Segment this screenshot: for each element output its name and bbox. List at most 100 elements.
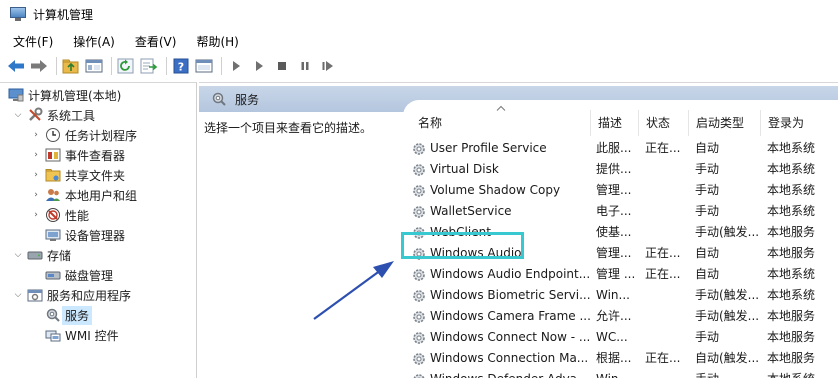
help-icon[interactable]: ? <box>171 56 191 76</box>
service-gear-icon <box>411 162 430 178</box>
menu-bar: 文件(F) 操作(A) 查看(V) 帮助(H) <box>0 30 245 52</box>
tree-label: 计算机管理(本地) <box>28 88 122 103</box>
refresh-icon[interactable] <box>116 56 136 76</box>
service-startup-type-cell: 手动 <box>695 162 720 176</box>
tree-item-disk-management[interactable]: 磁盘管理 <box>45 265 113 285</box>
toolbar: ? <box>0 53 838 79</box>
service-description-cell: Win... <box>596 288 630 302</box>
service-row[interactable]: Windows Connect Now - ... WC... 手动 本地服务 <box>403 327 838 348</box>
service-logon-cell: 本地系统 <box>767 183 816 197</box>
service-startup-type-cell: 手动 <box>695 330 720 344</box>
restart-icon[interactable] <box>318 56 338 76</box>
service-name: User Profile Service <box>430 141 547 155</box>
navigation-tree: 计算机管理(本地) ⌵ 系统工具 › 任务计划程序 › 事件查看器 › 共享文件… <box>0 82 197 378</box>
service-startup-type-cell: 自动 <box>695 246 720 260</box>
wmi-icon <box>45 327 61 343</box>
service-startup-type-cell: 自动 <box>695 141 720 155</box>
service-startup-type-cell: 手动 <box>695 369 759 378</box>
service-startup-type-cell: 手动(触发... <box>695 288 759 302</box>
service-description-cell: Win... <box>596 369 638 378</box>
service-row[interactable]: Volume Shadow Copy 管理... 手动 本地系统 <box>403 180 838 201</box>
annotation-arrow <box>313 261 394 320</box>
service-status-cell <box>645 306 687 327</box>
column-header-description[interactable]: 描述 <box>591 110 639 136</box>
shared-folder-icon <box>45 167 61 183</box>
start-icon[interactable] <box>226 56 246 76</box>
tree-item-services[interactable]: 服务 <box>45 305 93 325</box>
menu-file[interactable]: 文件(F) <box>7 33 59 50</box>
tree-item-root[interactable]: 计算机管理(本地) <box>8 85 121 105</box>
service-row[interactable]: Windows Defender Adva... Win... 手动本地系统 <box>403 369 838 378</box>
tree-label: 磁盘管理 <box>65 268 114 283</box>
tree-item-wmi-control[interactable]: WMI 控件 <box>45 325 119 345</box>
service-logon-cell: 本地服务 <box>767 225 816 239</box>
tree-item-performance[interactable]: › 性能 <box>30 205 89 225</box>
tree-label: 设备管理器 <box>65 228 126 243</box>
pause-icon[interactable] <box>295 56 315 76</box>
service-row[interactable]: Windows Camera Frame ... 允许... 手动(触发... 本地服… <box>403 306 838 327</box>
service-name: Virtual Disk <box>430 162 499 176</box>
service-row[interactable]: Windows Biometric Servi... Win... 手动(触发...… <box>403 285 838 306</box>
tree-item-storage[interactable]: ⌵ 存储 <box>12 245 71 265</box>
tree-item-event-viewer[interactable]: › 事件查看器 <box>30 145 125 165</box>
chevron-right-icon[interactable]: › <box>30 169 42 181</box>
tree-item-local-users[interactable]: › 本地用户和组 <box>30 185 137 205</box>
service-logon-cell: 本地系统 <box>767 204 816 218</box>
service-startup-type-cell: 手动 <box>695 204 720 218</box>
service-row[interactable]: Windows Audio Endpoint... 管理 ... 正在... 自动 本地… <box>403 264 838 285</box>
chevron-right-icon[interactable]: › <box>30 149 42 161</box>
menu-help[interactable]: 帮助(H) <box>190 33 244 50</box>
highlight-box <box>401 232 524 259</box>
tree-item-shared-folders[interactable]: › 共享文件夹 <box>30 165 125 185</box>
start-alt-icon[interactable] <box>249 56 269 76</box>
performance-icon <box>45 207 61 223</box>
services-icon <box>45 307 61 323</box>
service-startup-type-cell: 手动 <box>695 183 720 197</box>
chevron-down-icon[interactable]: ⌵ <box>12 289 24 301</box>
chevron-right-icon[interactable]: › <box>30 209 42 221</box>
service-name: Windows Biometric Servi... <box>430 288 591 302</box>
column-header-startup-type[interactable]: 启动类型 <box>689 110 761 136</box>
back-icon[interactable] <box>6 56 26 76</box>
menu-view[interactable]: 查看(V) <box>129 33 183 50</box>
service-logon-cell: 本地系统 <box>767 288 816 302</box>
up-folder-icon[interactable] <box>61 56 81 76</box>
service-logon-cell: 本地服务 <box>767 246 816 260</box>
stop-icon[interactable] <box>272 56 292 76</box>
show-hide-tree-icon[interactable] <box>84 56 104 76</box>
service-row[interactable]: User Profile Service 此服... 正在... 自动 本地系统 <box>403 138 838 159</box>
chevron-down-icon[interactable]: ⌵ <box>12 249 24 261</box>
service-description-cell: 管理 ... <box>596 267 636 281</box>
properties-icon[interactable] <box>194 56 214 76</box>
service-name: Volume Shadow Copy <box>430 183 561 197</box>
tree-item-device-manager[interactable]: 设备管理器 <box>45 225 125 245</box>
service-status-cell <box>645 285 687 306</box>
export-list-icon[interactable] <box>139 56 159 76</box>
tree-label: 存储 <box>47 248 72 263</box>
event-viewer-icon <box>45 147 61 163</box>
chevron-right-icon[interactable]: › <box>30 129 42 141</box>
tree-item-system-tools[interactable]: ⌵ 系统工具 <box>12 105 95 125</box>
device-manager-icon <box>45 227 61 243</box>
forward-icon[interactable] <box>29 56 49 76</box>
menu-action[interactable]: 操作(A) <box>67 33 121 50</box>
service-row[interactable]: Windows Connection Ma... 根据... 正在... 自动(触发.… <box>403 348 838 369</box>
chevron-down-icon[interactable]: ⌵ <box>12 109 24 121</box>
service-name: Windows Camera Frame ... <box>430 309 591 323</box>
column-header-status[interactable]: 状态 <box>639 110 689 136</box>
service-row[interactable]: Virtual Disk 提供... 手动 本地系统 <box>403 159 838 180</box>
service-logon-cell: 本地服务 <box>767 330 816 344</box>
tree-item-task-scheduler[interactable]: › 任务计划程序 <box>30 125 137 145</box>
service-logon-cell: 本地系统 <box>767 141 816 155</box>
service-name-cell: Virtual Disk <box>411 159 591 180</box>
tree-item-services-and-apps[interactable]: ⌵ 服务和应用程序 <box>12 285 131 305</box>
service-logon-cell: 本地服务 <box>767 351 816 365</box>
column-header-name[interactable]: 名称 <box>411 110 591 136</box>
tree-label: 共享文件夹 <box>65 168 126 183</box>
column-header-logon-as[interactable]: 登录为 <box>761 110 838 136</box>
tree-label: 任务计划程序 <box>65 128 138 143</box>
chevron-right-icon[interactable]: › <box>30 189 42 201</box>
service-gear-icon <box>411 372 430 378</box>
service-row[interactable]: WalletService 电子... 手动 本地系统 <box>403 201 838 222</box>
service-name: Windows Connection Ma... <box>430 351 589 365</box>
